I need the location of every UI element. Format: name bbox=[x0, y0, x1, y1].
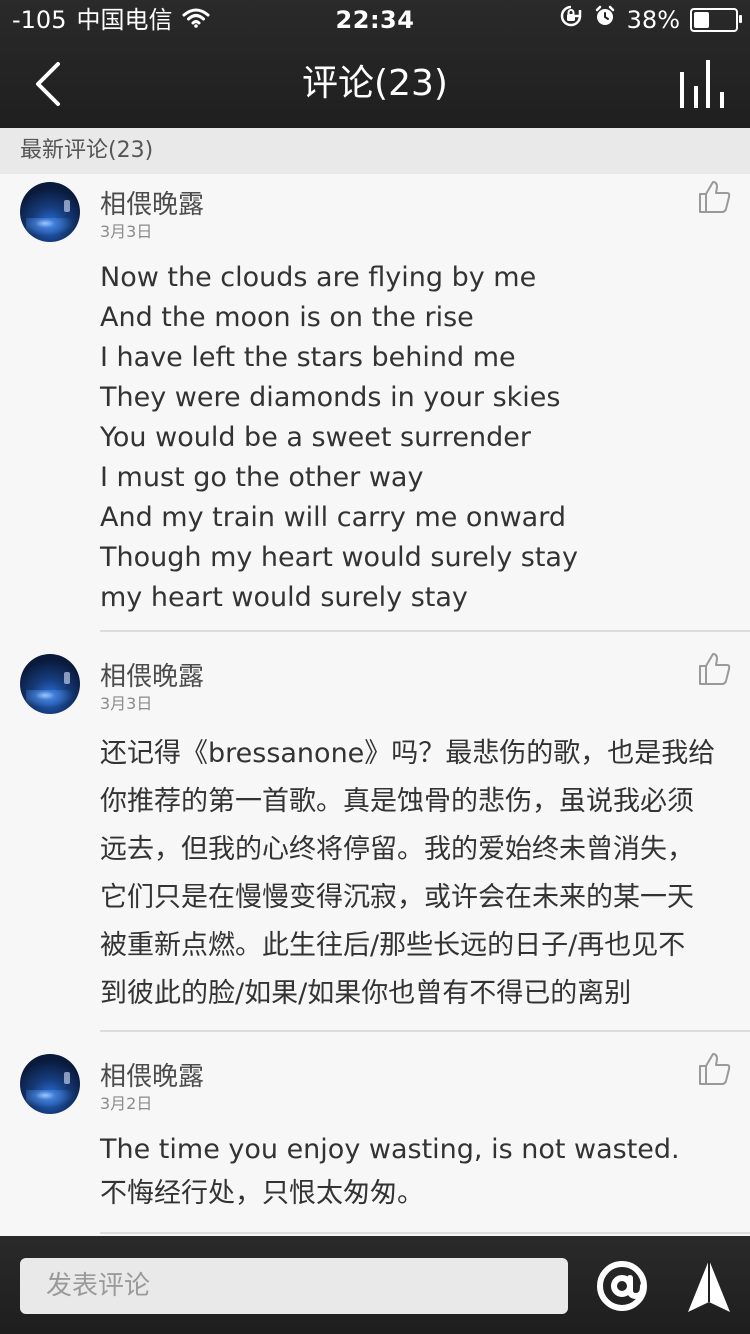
comment-username[interactable]: 相偎晚露 bbox=[100, 1056, 204, 1093]
at-icon bbox=[597, 1261, 647, 1311]
rotation-lock-icon bbox=[559, 0, 583, 40]
comment-date: 3月2日 bbox=[100, 1094, 153, 1113]
comment-bar: 发表评论 bbox=[0, 1236, 750, 1334]
comment-text: Now the clouds are flying by me And the … bbox=[100, 262, 578, 613]
comment-date: 3月3日 bbox=[100, 222, 153, 241]
send-button[interactable] bbox=[684, 1258, 734, 1314]
thumbs-up-icon bbox=[699, 181, 731, 213]
like-button[interactable] bbox=[698, 652, 732, 686]
battery-percent: 38% bbox=[626, 6, 680, 34]
battery-fill bbox=[694, 12, 710, 28]
send-arrow-icon bbox=[688, 1260, 730, 1312]
comment-item: 相偎晚露 3月3日 Now the clouds are flying by m… bbox=[0, 174, 750, 634]
comment-date: 3月3日 bbox=[100, 694, 153, 713]
battery-icon bbox=[690, 8, 742, 32]
now-playing-button[interactable] bbox=[678, 58, 726, 110]
nav-bar: 评论(23) bbox=[0, 40, 750, 128]
avatar[interactable] bbox=[20, 1054, 80, 1114]
avatar[interactable] bbox=[20, 182, 80, 242]
mention-button[interactable] bbox=[594, 1258, 650, 1314]
comment-divider bbox=[100, 1232, 750, 1234]
status-bar: -105 中国电信 22:34 38% bbox=[0, 0, 750, 40]
comment-username[interactable]: 相偎晚露 bbox=[100, 656, 204, 693]
comment-text: The time you enjoy wasting, is not waste… bbox=[100, 1134, 680, 1209]
comment-divider bbox=[100, 1030, 750, 1032]
comment-item: 相偎晚露 3月3日 还记得《bressanone》吗？最悲伤的歌，也是我给 你推… bbox=[0, 646, 750, 1036]
like-button[interactable] bbox=[698, 180, 732, 214]
comment-username[interactable]: 相偎晚露 bbox=[100, 184, 204, 221]
comment-divider bbox=[100, 630, 750, 632]
thumbs-up-icon bbox=[699, 653, 731, 685]
status-right: 38% bbox=[559, 0, 742, 40]
avatar[interactable] bbox=[20, 654, 80, 714]
comment-text: 还记得《bressanone》吗？最悲伤的歌，也是我给 你推荐的第一首歌。真是蚀… bbox=[100, 738, 716, 1009]
comment-item: 相偎晚露 3月2日 The time you enjoy wasting, is… bbox=[0, 1046, 750, 1238]
alarm-clock-icon bbox=[593, 0, 617, 40]
page-title: 评论(23) bbox=[302, 63, 448, 104]
thumbs-up-icon bbox=[699, 1053, 731, 1085]
top-bar: -105 中国电信 22:34 38% 评论(23) bbox=[0, 0, 750, 128]
audio-bars-icon bbox=[680, 60, 724, 108]
comment-input[interactable]: 发表评论 bbox=[20, 1258, 568, 1314]
like-button[interactable] bbox=[698, 1052, 732, 1086]
latest-comments-header: 最新评论(23) bbox=[0, 128, 750, 174]
